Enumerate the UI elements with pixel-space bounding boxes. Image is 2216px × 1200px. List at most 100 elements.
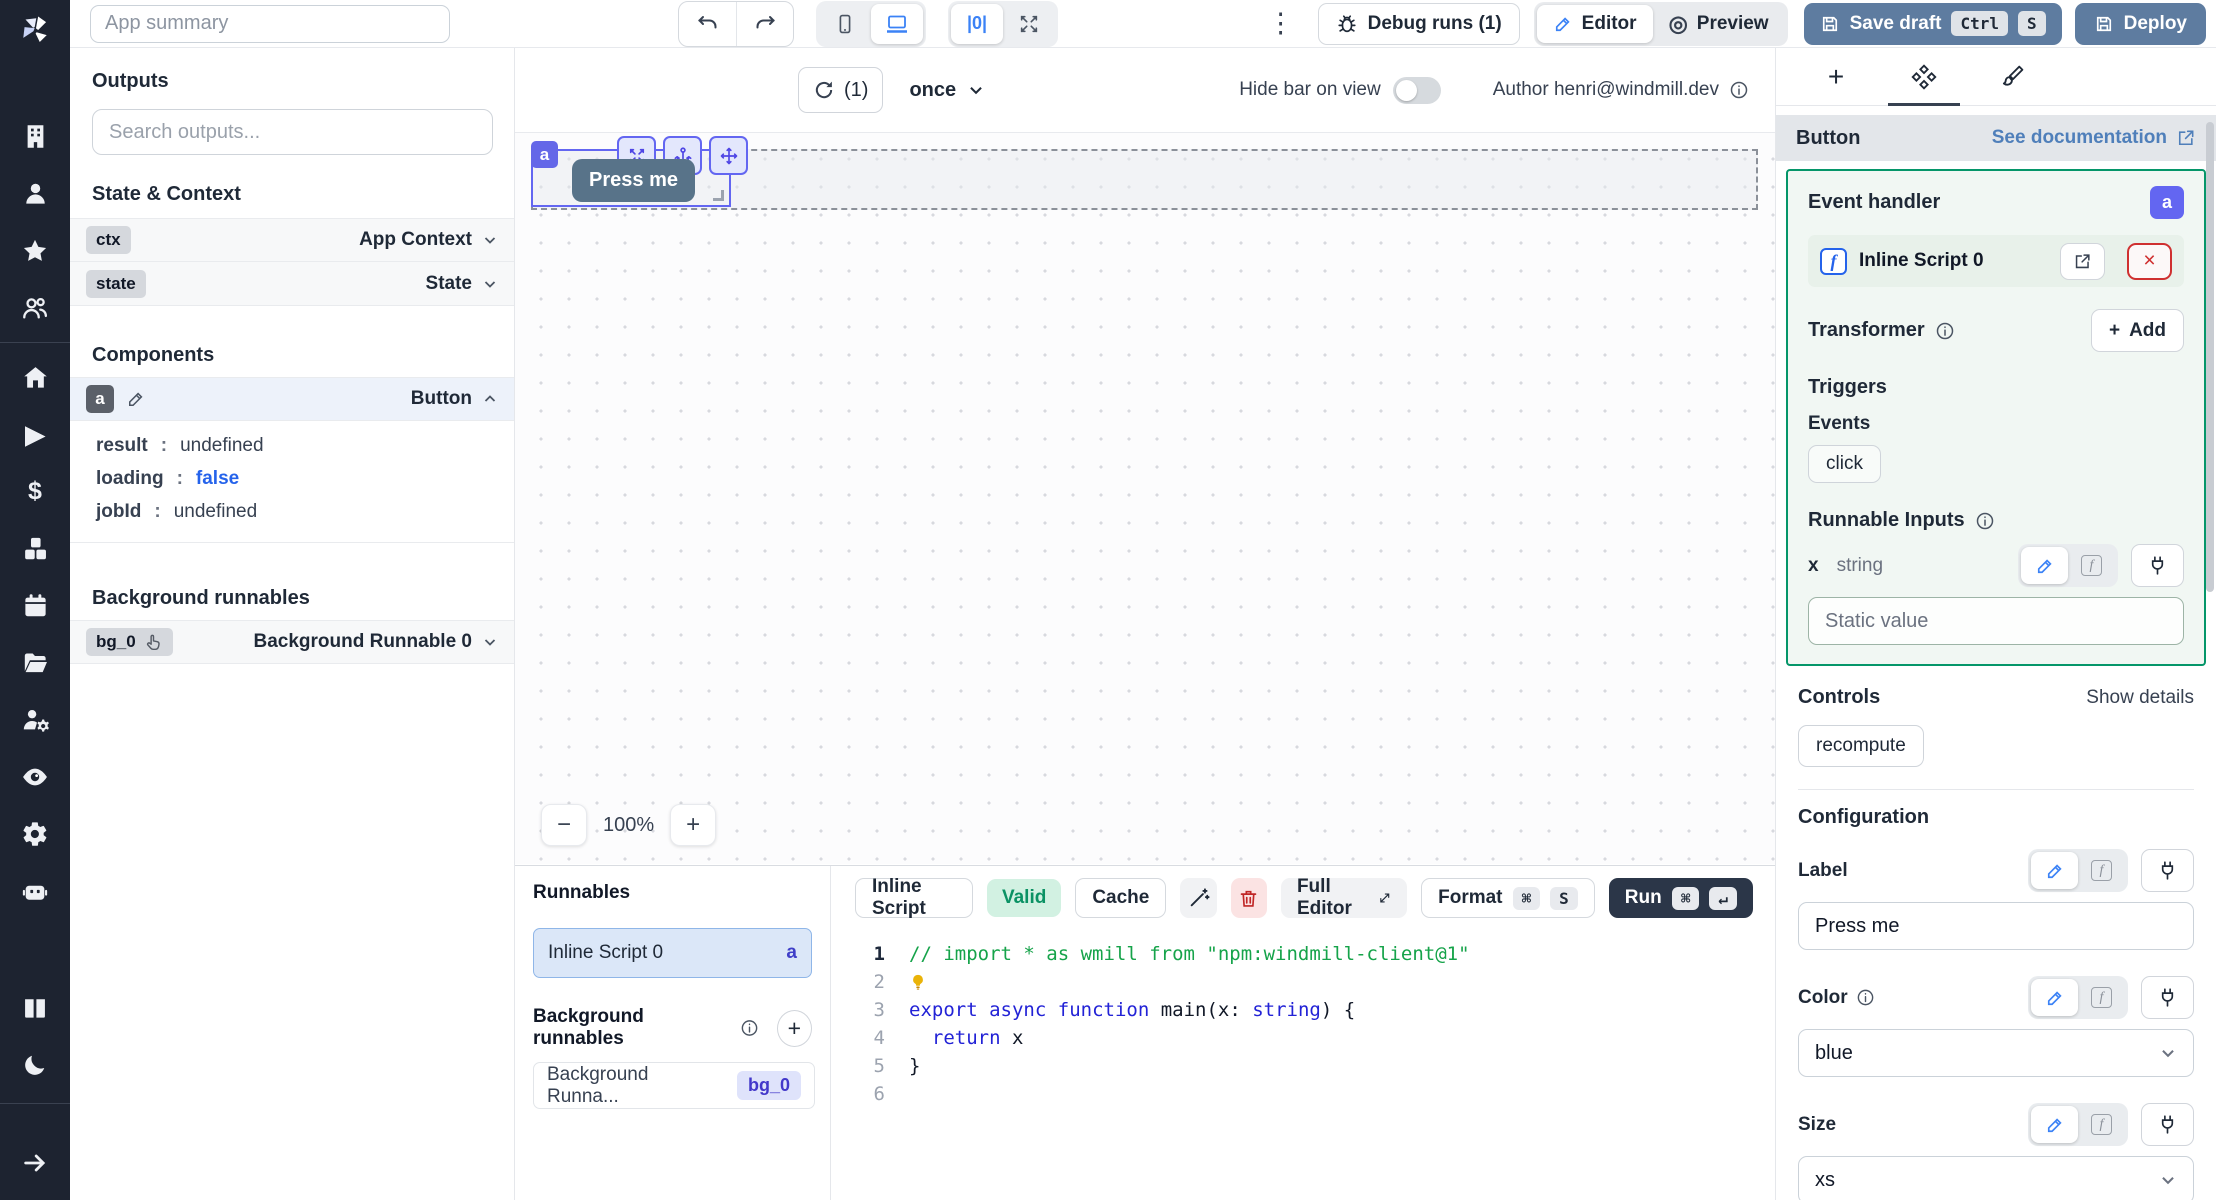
mobile-view-button[interactable] <box>819 4 871 44</box>
size-select[interactable]: xs <box>1798 1156 2194 1200</box>
recompute-button[interactable]: recompute <box>1798 725 1924 767</box>
tab-insert-component[interactable]: + <box>1792 48 1880 105</box>
code-area[interactable]: 1 2 3 4 5 6 // import * as wmill from "n… <box>831 930 1775 1200</box>
cache-button[interactable]: Cache <box>1075 878 1167 918</box>
folder-open-icon[interactable] <box>0 634 70 691</box>
chevron-down-icon[interactable] <box>482 634 498 650</box>
eval-mode-button[interactable]: f <box>2078 1106 2125 1143</box>
tab-editor[interactable]: Editor <box>1536 4 1653 43</box>
output-loading-row[interactable]: loading: false <box>70 462 514 495</box>
static-mode-button[interactable] <box>2031 1106 2078 1143</box>
click-event-pill[interactable]: click <box>1808 445 1881 483</box>
building-icon[interactable] <box>0 108 70 165</box>
selected-component[interactable]: a Press me <box>531 136 748 207</box>
tab-preview[interactable]: ◎ Preview <box>1653 5 1785 43</box>
info-icon[interactable] <box>740 1018 759 1038</box>
eval-mode-button[interactable]: f <box>2068 547 2115 584</box>
delete-script-button[interactable] <box>1230 878 1267 918</box>
lightbulb-hint-icon[interactable] <box>909 973 927 991</box>
info-icon[interactable] <box>1856 988 1875 1007</box>
book-icon[interactable] <box>0 979 70 1036</box>
bg-runnable-row[interactable]: bg_0 Background Runnable 0 <box>70 620 514 664</box>
connect-input-button[interactable] <box>2141 976 2194 1019</box>
app-summary-input[interactable] <box>90 4 450 43</box>
more-menu-button[interactable]: ⋮ <box>1266 8 1296 39</box>
dollar-icon[interactable]: $ <box>0 463 70 520</box>
label-value-input[interactable] <box>1798 902 2194 950</box>
inline-script-tab[interactable]: Inline Script <box>855 876 973 919</box>
undo-button[interactable] <box>679 2 736 46</box>
connect-input-button[interactable] <box>2141 849 2194 892</box>
resize-corner-handle[interactable] <box>713 190 724 201</box>
chevron-down-icon[interactable] <box>482 232 498 248</box>
connect-input-button[interactable] <box>2141 1103 2194 1146</box>
connect-input-button[interactable] <box>2131 544 2184 587</box>
hide-bar-toggle[interactable] <box>1392 76 1441 104</box>
panel-scrollbar[interactable] <box>2206 122 2214 592</box>
full-editor-button[interactable]: Full Editor <box>1280 876 1408 919</box>
redo-button[interactable] <box>736 1 793 46</box>
refresh-button[interactable]: (1) <box>798 67 884 113</box>
eye-icon[interactable] <box>0 748 70 805</box>
deploy-button[interactable]: Deploy <box>2074 2 2206 45</box>
desktop-view-button[interactable] <box>871 3 923 44</box>
user-gear-icon[interactable] <box>0 691 70 748</box>
search-outputs-input[interactable] <box>92 109 493 155</box>
runnable-inline-script-item[interactable]: Inline Script 0 a <box>533 928 812 978</box>
ai-wand-button[interactable] <box>1180 878 1217 918</box>
remove-script-button[interactable]: × <box>2127 242 2172 280</box>
static-value-input[interactable] <box>1808 597 2184 645</box>
output-result-row[interactable]: result: undefined <box>70 429 514 462</box>
gear-icon[interactable] <box>0 805 70 862</box>
add-transformer-button[interactable]: + Add <box>2090 309 2184 352</box>
save-draft-button[interactable]: Save draft Ctrl S <box>1803 2 2062 45</box>
tab-component-settings[interactable] <box>1880 48 1968 106</box>
bg-runnable-item[interactable]: Background Runna... bg_0 <box>533 1062 815 1109</box>
center-layout-button[interactable]: |0| <box>951 3 1003 44</box>
debug-runs-button[interactable]: Debug runs (1) <box>1317 2 1520 45</box>
info-icon[interactable] <box>1975 511 1995 531</box>
chevron-down-icon[interactable] <box>482 276 498 292</box>
play-icon[interactable]: ▶ <box>0 406 70 463</box>
line-numbers: 1 2 3 4 5 6 <box>873 943 885 1105</box>
calendar-icon[interactable] <box>0 577 70 634</box>
canvas-button-component[interactable]: Press me <box>572 159 695 202</box>
arrow-right-icon[interactable] <box>0 1134 70 1191</box>
output-jobid-row[interactable]: jobId: undefined <box>70 495 514 528</box>
ctx-row[interactable]: ctx App Context <box>70 218 514 262</box>
robot-icon[interactable] <box>0 862 70 919</box>
fullscreen-layout-button[interactable] <box>1003 4 1055 44</box>
star-icon[interactable] <box>0 222 70 279</box>
component-button-row[interactable]: a Button <box>70 377 514 421</box>
info-icon[interactable] <box>1729 80 1749 100</box>
cubes-icon[interactable] <box>0 520 70 577</box>
chevron-up-icon[interactable] <box>482 391 498 407</box>
show-details-link[interactable]: Show details <box>2086 687 2194 709</box>
static-mode-button[interactable] <box>2031 852 2078 889</box>
open-script-button[interactable] <box>2060 242 2105 280</box>
user-icon[interactable] <box>0 165 70 222</box>
static-mode-button[interactable] <box>2021 547 2068 584</box>
info-icon[interactable] <box>1935 321 1955 341</box>
run-button[interactable]: Run ⌘ ↵ <box>1608 878 1754 918</box>
add-bg-runnable-button[interactable]: + <box>776 1009 812 1047</box>
eval-mode-button[interactable]: f <box>2078 852 2125 889</box>
state-row[interactable]: state State <box>70 262 514 306</box>
tab-styling[interactable] <box>1968 48 2056 105</box>
move-handle-icon[interactable] <box>709 136 748 175</box>
color-select[interactable]: blue <box>1798 1029 2194 1077</box>
eval-mode-button[interactable]: f <box>2078 979 2125 1016</box>
edit-pencil-icon[interactable] <box>126 389 146 409</box>
format-button[interactable]: Format ⌘ S <box>1421 878 1595 918</box>
zoom-in-button[interactable]: + <box>670 804 717 846</box>
see-documentation-link[interactable]: See documentation <box>1992 127 2196 149</box>
schedule-dropdown[interactable]: once <box>909 79 985 102</box>
static-mode-button[interactable] <box>2031 979 2078 1016</box>
canvas-grid[interactable]: a Press me − 100% + <box>515 133 1775 864</box>
zoom-out-button[interactable]: − <box>541 804 587 846</box>
windmill-logo[interactable] <box>16 8 54 52</box>
home-icon[interactable] <box>0 349 70 406</box>
attached-script-row[interactable]: f Inline Script 0 × <box>1808 235 2184 287</box>
users-icon[interactable] <box>0 279 70 336</box>
moon-icon[interactable] <box>0 1036 70 1093</box>
